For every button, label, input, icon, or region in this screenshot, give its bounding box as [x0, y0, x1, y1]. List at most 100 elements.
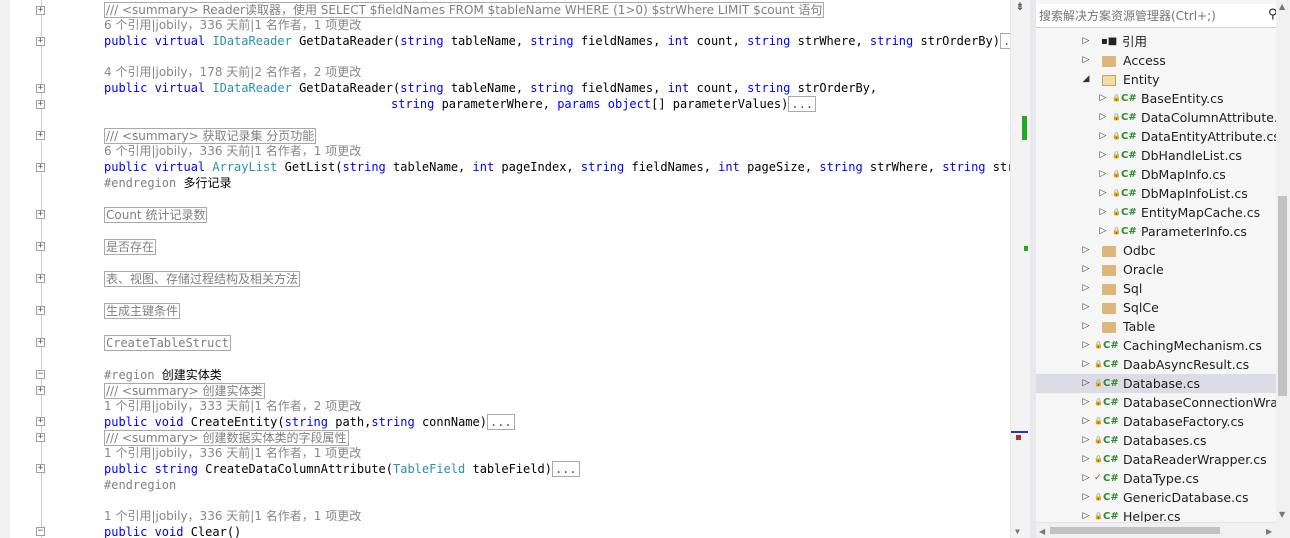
region-count[interactable]: Count 统计记录数	[104, 207, 208, 223]
expand-arrow-icon[interactable]: ▷	[1081, 431, 1091, 450]
expanded-arrow-icon[interactable]: ◢	[1081, 70, 1091, 89]
tree-folder-item[interactable]: ▷ Table	[1036, 317, 1276, 336]
region-exists[interactable]: 是否存在	[104, 239, 157, 255]
fold-toggle-icon[interactable]: +	[36, 131, 45, 140]
scrollbar-thumb[interactable]	[1278, 196, 1287, 396]
fold-toggle-icon[interactable]: +	[36, 100, 45, 109]
expand-arrow-icon[interactable]: ▷	[1081, 412, 1091, 431]
codelens-info[interactable]: 1 个引用|jobily，333 天前|1 名作者，2 项更改	[104, 399, 361, 414]
expand-arrow-icon[interactable]: ▷	[1081, 507, 1091, 522]
fold-toggle-icon[interactable]: +	[36, 274, 45, 283]
expand-arrow-icon[interactable]: ▷	[1098, 165, 1108, 184]
region-create-table-struct[interactable]: CreateTableStruct	[104, 335, 231, 351]
collapsed-body[interactable]: ...	[788, 96, 817, 112]
region-primary-key[interactable]: 生成主键条件	[104, 303, 181, 319]
code-line[interactable]: public virtual IDataReader GetDataReader…	[104, 33, 1010, 49]
code-editor[interactable]: + + + + + + + + + + + − + + + + − /// <s…	[0, 0, 1010, 538]
tree-folder-item[interactable]: ▷ Sql	[1036, 279, 1276, 298]
fold-toggle-icon[interactable]: +	[36, 306, 45, 315]
code-line[interactable]: public virtual IDataReader GetDataReader…	[104, 81, 877, 96]
tree-file-item[interactable]: ▷ 🔒 C# ParameterInfo.cs	[1036, 222, 1276, 241]
tree-file-item[interactable]: ▷ ✓ C# DataType.cs	[1036, 469, 1276, 488]
tree-file-item[interactable]: ▷ 🔒C# DataColumnAttribute.cs	[1036, 108, 1276, 127]
tree-file-item[interactable]: ▷ 🔒 C# DataEntityAttribute.cs	[1036, 127, 1276, 146]
tree-file-item[interactable]: ▷ 🔒 C# BaseEntity.cs	[1036, 89, 1276, 108]
code-line[interactable]: public void CreateEntity(string path,str…	[104, 414, 515, 430]
tree-folder-item[interactable]: ◢ Entity	[1036, 70, 1276, 89]
scroll-down-arrow-icon[interactable]: ▼	[1279, 510, 1285, 519]
editor-vertical-scrollbar[interactable]	[1010, 0, 1030, 538]
codelens-info[interactable]: 6 个引用|jobily，336 天前|1 名作者，1 项更改	[104, 18, 361, 33]
expand-arrow-icon[interactable]: ▷	[1081, 355, 1091, 374]
scrollbar-thumb[interactable]	[1050, 527, 1220, 534]
explorer-search-box[interactable]: ⚲ ▼	[1036, 4, 1290, 28]
tree-references-item[interactable]: ▷ ▪■ 引用	[1036, 32, 1276, 51]
expand-arrow-icon[interactable]: ▷	[1081, 32, 1091, 51]
collapsed-region[interactable]: Count 统计记录数	[104, 207, 208, 223]
collapsed-body[interactable]: ...	[551, 461, 580, 477]
code-line[interactable]: public virtual ArrayList GetList(string …	[104, 160, 1010, 175]
expand-arrow-icon[interactable]: ▷	[1098, 127, 1108, 146]
collapsed-body[interactable]: ...	[486, 414, 515, 430]
region-end[interactable]: #endregion	[104, 478, 176, 493]
fold-toggle-icon[interactable]: +	[36, 84, 45, 93]
fold-toggle-icon[interactable]: −	[36, 527, 45, 536]
expand-arrow-icon[interactable]: ▷	[1098, 184, 1108, 203]
tree-file-item[interactable]: ▷ 🔒 C# EntityMapCache.cs	[1036, 203, 1276, 222]
collapsed-body[interactable]: ...	[999, 33, 1010, 49]
tree-folder-item[interactable]: ▷ Access	[1036, 51, 1276, 70]
code-line[interactable]: #region 创建实体类	[104, 368, 222, 383]
expand-arrow-icon[interactable]: ▷	[1098, 203, 1108, 222]
collapsed-region[interactable]: 生成主键条件	[104, 303, 181, 319]
code-line[interactable]: public string CreateDataColumnAttribute(…	[104, 461, 580, 477]
solution-tree[interactable]: ▷ ▪■ 引用 ▷ Access ◢ Entity ▷ 🔒 C# BaseEntity.cs ▷ 🔒 C#…	[1036, 32, 1276, 522]
codelens-info[interactable]: 1 个引用|jobily，336 天前|1 名作者，1 项更改	[104, 509, 361, 524]
scroll-right-arrow-icon[interactable]: ▶	[1266, 527, 1272, 536]
scroll-down-arrow-icon[interactable]: ▼	[1015, 527, 1020, 536]
tree-file-item[interactable]: ▷ 🔒 C# DataReaderWrapper.cs	[1036, 450, 1276, 469]
fold-toggle-icon[interactable]: +	[36, 163, 45, 172]
summary-comment[interactable]: /// <summary> 创建实体类	[104, 383, 265, 399]
collapsed-comment[interactable]: /// <summary> 创建数据实体类的字段属性	[104, 430, 349, 446]
collapsed-comment[interactable]: /// <summary> Reader读取器，使用 SELECT $field…	[104, 2, 825, 18]
summary-comment[interactable]: /// <summary> Reader读取器，使用 SELECT $field…	[104, 2, 825, 18]
expand-arrow-icon[interactable]: ▷	[1081, 241, 1091, 260]
tree-file-item[interactable]: ▷ 🔒 C# DaabAsyncResult.cs	[1036, 355, 1276, 374]
fold-toggle-icon[interactable]: +	[36, 210, 45, 219]
fold-toggle-icon[interactable]: +	[36, 417, 45, 426]
expand-arrow-icon[interactable]: ▷	[1081, 279, 1091, 298]
search-input[interactable]	[1039, 7, 1259, 25]
tree-folder-item[interactable]: ▷ SqlCe	[1036, 298, 1276, 317]
expand-arrow-icon[interactable]: ▷	[1081, 374, 1091, 393]
fold-toggle-icon[interactable]: +	[36, 242, 45, 251]
tree-file-item[interactable]: ▷ 🔒 C# GenericDatabase.cs	[1036, 488, 1276, 507]
tree-file-item[interactable]: ▷ 🔒 C# DbHandleList.cs	[1036, 146, 1276, 165]
region-table-structure[interactable]: 表、视图、存储过程结构及相关方法	[104, 271, 301, 287]
tree-folder-item[interactable]: ▷ Oracle	[1036, 260, 1276, 279]
summary-comment[interactable]: /// <summary> 获取记录集 分页功能	[104, 128, 317, 144]
codelens-info[interactable]: 1 个引用|jobily，336 天前|1 名作者，1 项更改	[104, 446, 361, 461]
expand-arrow-icon[interactable]: ▷	[1098, 108, 1108, 127]
collapsed-comment[interactable]: /// <summary> 获取记录集 分页功能	[104, 128, 317, 144]
code-line[interactable]: public void Clear()	[104, 525, 241, 538]
fold-toggle-icon[interactable]: +	[36, 6, 45, 15]
expand-arrow-icon[interactable]: ▷	[1081, 336, 1091, 355]
collapsed-comment[interactable]: /// <summary> 创建实体类	[104, 383, 265, 399]
fold-toggle-icon[interactable]: −	[36, 370, 45, 379]
tree-folder-item[interactable]: ▷ Odbc	[1036, 241, 1276, 260]
expand-arrow-icon[interactable]: ▷	[1098, 146, 1108, 165]
code-line[interactable]: #endregion 多行记录	[104, 176, 232, 191]
fold-toggle-icon[interactable]: +	[36, 338, 45, 347]
fold-toggle-icon[interactable]: +	[36, 433, 45, 442]
tree-file-item[interactable]: ▷ 🔒 C# Helper.cs	[1036, 507, 1276, 522]
tree-file-item[interactable]: ▷ 🔒 C# DatabaseFactory.cs	[1036, 412, 1276, 431]
tree-file-item[interactable]: ▷ 🔒 C# DbMapInfo.cs	[1036, 165, 1276, 184]
expand-arrow-icon[interactable]: ▷	[1098, 89, 1108, 108]
codelens-info[interactable]: 4 个引用|jobily，178 天前|2 名作者，2 项更改	[104, 65, 361, 80]
fold-toggle-icon[interactable]: +	[36, 464, 45, 473]
scroll-left-arrow-icon[interactable]: ◀	[1039, 527, 1045, 536]
expand-arrow-icon[interactable]: ▷	[1081, 51, 1091, 70]
fold-toggle-icon[interactable]: +	[36, 386, 45, 395]
fold-toggle-icon[interactable]: +	[36, 37, 45, 46]
expand-arrow-icon[interactable]: ▷	[1081, 488, 1091, 507]
